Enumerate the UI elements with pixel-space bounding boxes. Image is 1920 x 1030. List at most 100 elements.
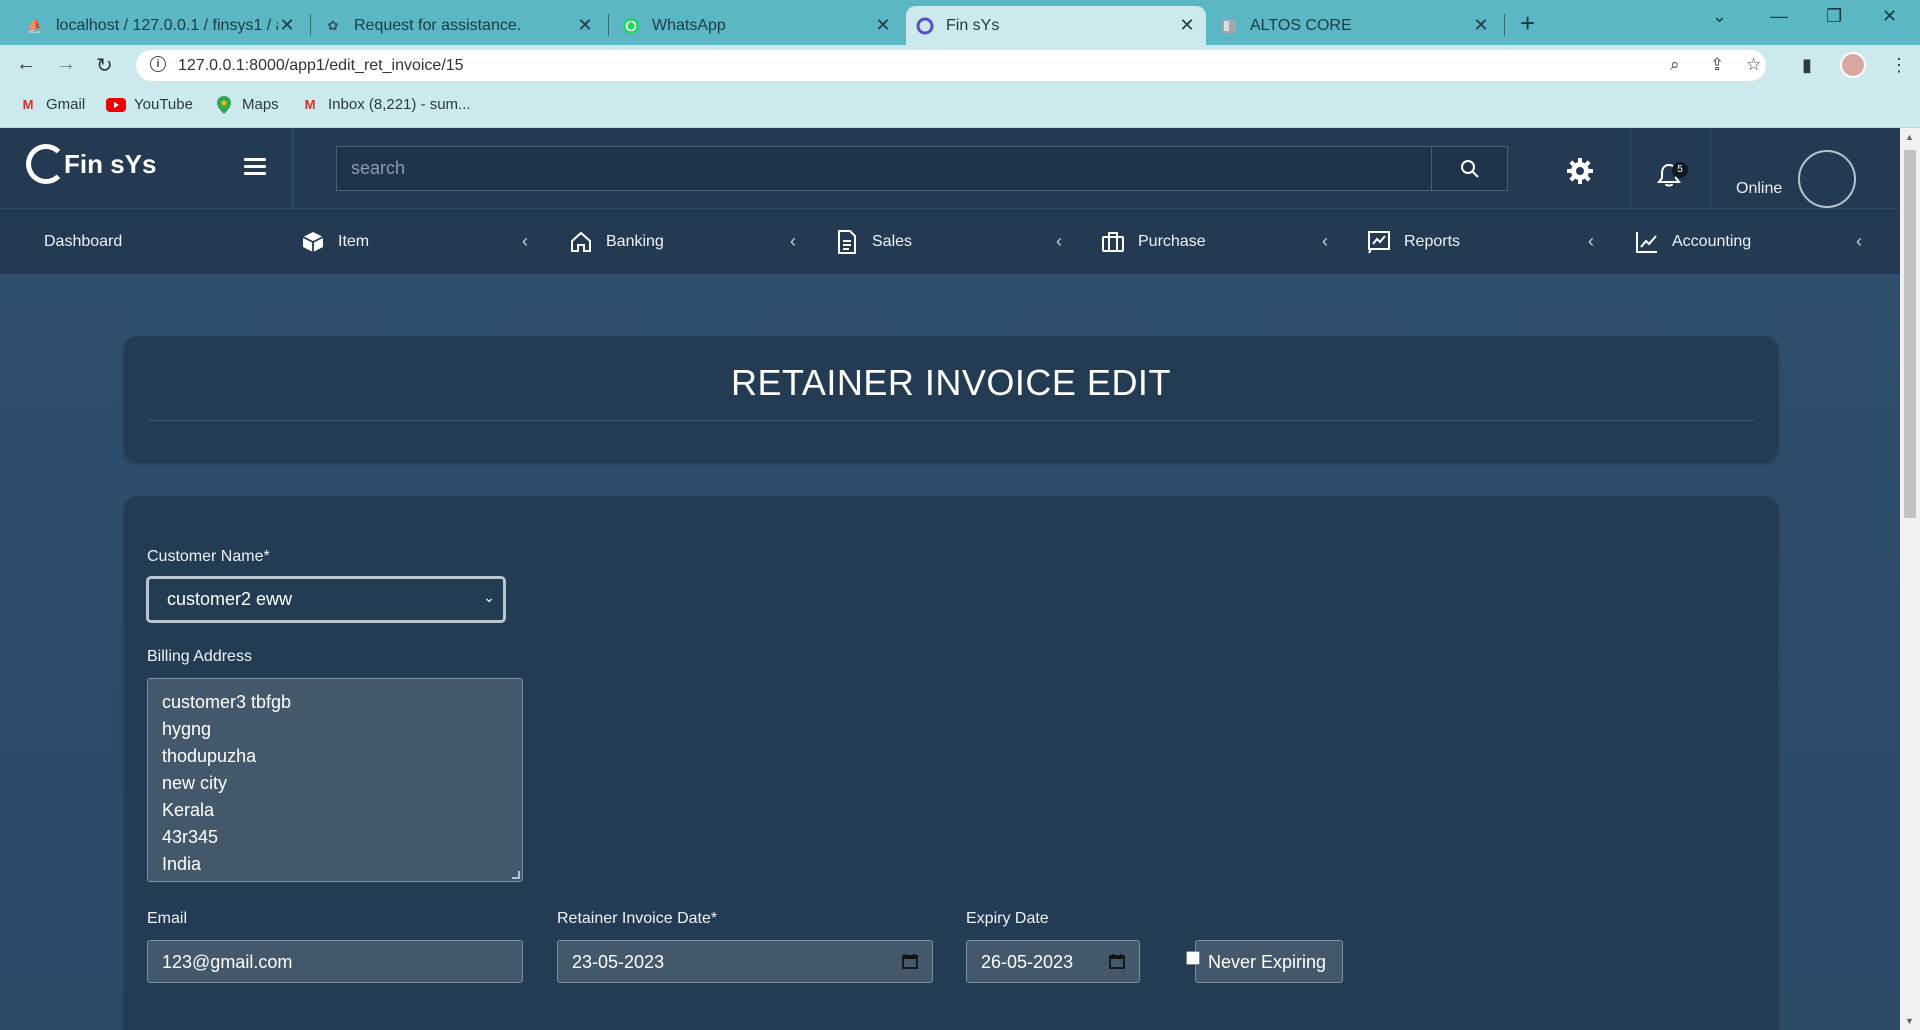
gmail-icon: M	[22, 97, 34, 112]
tab-whatsapp[interactable]: WhatsApp ✕	[612, 6, 902, 45]
billing-line: 43r345	[162, 827, 219, 847]
scroll-down-icon[interactable]: ▼	[1905, 1016, 1914, 1026]
chevron-left-icon[interactable]: ‹	[1856, 231, 1862, 252]
nav-label: Dashboard	[44, 233, 123, 250]
bookmarks-bar: M Gmail YouTube Maps M Inbox (8,221) - s…	[0, 86, 1920, 128]
billing-line: Kerala	[162, 800, 215, 820]
user-avatar[interactable]	[1798, 150, 1856, 208]
close-icon[interactable]: ✕	[874, 15, 892, 36]
site-info-icon[interactable]: i	[150, 56, 166, 72]
chart-line-icon	[1634, 230, 1660, 254]
share-icon[interactable]: ⇪	[1710, 55, 1724, 75]
search-input[interactable]	[337, 147, 1430, 190]
restore-button[interactable]: ❐	[1826, 6, 1842, 27]
resize-handle[interactable]	[512, 871, 520, 879]
tab-request-assistance[interactable]: ✿ Request for assistance. ✕	[314, 6, 604, 45]
billing-address-textarea[interactable]: customer3 tbfgb hygng thodupuzha new cit…	[147, 678, 523, 882]
home-icon	[568, 230, 594, 254]
chevron-left-icon[interactable]: ‹	[790, 231, 796, 252]
youtube-icon	[106, 97, 126, 113]
calendar-icon[interactable]	[902, 953, 918, 974]
invoice-date-field[interactable]: 23-05-2023	[557, 940, 933, 983]
chevron-down-icon[interactable]: ⌄	[1712, 6, 1727, 27]
expiry-date-field[interactable]: 26-05-2023	[966, 940, 1140, 983]
side-panel-icon[interactable]: ▮	[1802, 55, 1812, 76]
nav-label: Sales	[872, 233, 913, 250]
chevron-left-icon[interactable]: ‹	[522, 231, 528, 252]
chevron-down-icon: ⌄	[483, 589, 495, 605]
browser-menu-icon[interactable]: ⋮	[1890, 55, 1908, 76]
profile-avatar[interactable]	[1840, 52, 1866, 78]
bookmark-inbox[interactable]: M Inbox (8,221) - sum...	[300, 96, 471, 113]
whatsapp-icon	[622, 17, 640, 35]
page-icon	[1220, 17, 1238, 35]
new-tab-button[interactable]: +	[1520, 8, 1535, 39]
tab-title: localhost / 127.0.0.1 / finsys1 / ap	[56, 16, 278, 34]
bookmark-label: Maps	[242, 96, 279, 113]
forward-button[interactable]: →	[56, 53, 76, 76]
nav-banking[interactable]: Banking	[568, 209, 664, 275]
back-button[interactable]: ←	[16, 53, 36, 76]
url-field[interactable]: i 127.0.0.1:8000/app1/edit_ret_invoice/1…	[136, 50, 1766, 81]
bookmark-star-icon[interactable]: ☆	[1746, 55, 1761, 75]
nav-reports[interactable]: Reports	[1366, 209, 1460, 275]
billing-line: customer3 tbfgb	[162, 692, 292, 712]
nav-dashboard[interactable]: Dashboard	[44, 209, 122, 275]
page-title-card: RETAINER INVOICE EDIT	[124, 336, 1778, 462]
bookmark-label: YouTube	[134, 96, 193, 113]
nav-accounting[interactable]: Accounting	[1634, 209, 1751, 275]
url-text: 127.0.0.1:8000/app1/edit_ret_invoice/15	[178, 57, 464, 74]
openai-icon: ✿	[327, 17, 339, 33]
email-field[interactable]: 123@gmail.com	[147, 940, 523, 983]
nav-sales[interactable]: Sales	[834, 209, 912, 275]
main-nav: Dashboard Item ‹ Banking ‹ Sales ‹ Purch…	[0, 208, 1900, 274]
tab-title: ALTOS CORE	[1250, 16, 1352, 34]
never-expiring-label: Never Expiring	[1208, 952, 1327, 972]
minimize-button[interactable]: —	[1770, 6, 1788, 27]
tab-title: WhatsApp	[652, 16, 726, 34]
chevron-left-icon[interactable]: ‹	[1588, 231, 1594, 252]
phpmyadmin-icon: ⛵	[26, 17, 44, 33]
tab-finsys[interactable]: Fin sYs ✕	[906, 6, 1206, 45]
nav-label: Banking	[606, 233, 664, 250]
bookmark-label: Gmail	[46, 96, 86, 113]
page-scrollbar[interactable]: ▲ ▼	[1900, 128, 1920, 1030]
report-icon	[1366, 230, 1392, 254]
never-expiring-checkbox[interactable]	[1186, 951, 1200, 965]
tab-altos-core[interactable]: ALTOS CORE ✕	[1210, 6, 1500, 45]
customer-name-select[interactable]: customer2 eww ⌄	[146, 576, 506, 623]
calendar-icon[interactable]	[1109, 953, 1125, 974]
nav-purchase[interactable]: Purchase	[1100, 209, 1206, 275]
scrollbar-thumb[interactable]	[1904, 150, 1916, 518]
never-expiring-box[interactable]: Never Expiring	[1195, 940, 1343, 983]
tab-phpmyadmin[interactable]: ⛵ localhost / 127.0.0.1 / finsys1 / ap ✕	[16, 6, 306, 45]
close-icon[interactable]: ✕	[278, 15, 296, 36]
bookmark-youtube[interactable]: YouTube	[106, 96, 193, 113]
chevron-left-icon[interactable]: ‹	[1322, 231, 1328, 252]
notification-badge: 5	[1672, 162, 1688, 178]
bookmark-maps[interactable]: Maps	[214, 95, 279, 114]
bookmark-gmail[interactable]: M Gmail	[18, 96, 86, 113]
zoom-icon[interactable]: ⌕	[1670, 55, 1680, 75]
chevron-left-icon[interactable]: ‹	[1056, 231, 1062, 252]
close-icon[interactable]: ✕	[1472, 15, 1490, 36]
close-icon[interactable]: ✕	[576, 15, 594, 36]
nav-item[interactable]: Item	[300, 209, 369, 275]
email-value: 123@gmail.com	[162, 952, 293, 972]
hamburger-menu-icon[interactable]	[244, 158, 266, 176]
online-status: Online	[1736, 180, 1783, 197]
email-label: Email	[147, 910, 188, 927]
nav-label: Accounting	[1672, 233, 1752, 250]
scroll-up-icon[interactable]: ▲	[1905, 132, 1914, 142]
billing-address-label: Billing Address	[147, 648, 252, 665]
close-icon[interactable]: ✕	[1178, 15, 1196, 36]
customer-name-label: Customer Name*	[147, 548, 270, 565]
maps-icon	[214, 95, 234, 114]
gmail-icon: M	[304, 97, 316, 112]
window-close-button[interactable]: ✕	[1882, 6, 1897, 27]
app-logo[interactable]: Fin sYs	[26, 144, 156, 184]
settings-gear-icon[interactable]	[1566, 157, 1594, 190]
search-button[interactable]	[1431, 147, 1507, 190]
finsys-icon	[916, 17, 934, 35]
reload-button[interactable]: ↻	[96, 53, 113, 78]
